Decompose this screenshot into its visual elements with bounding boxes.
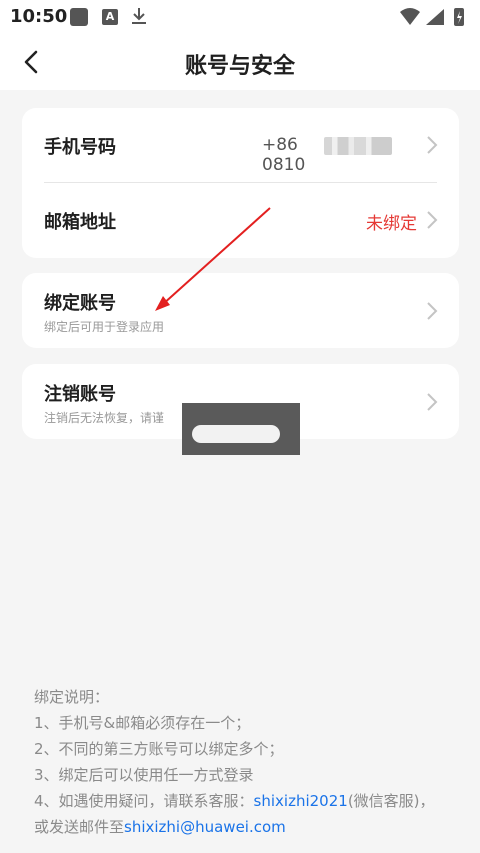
binding-notes: 绑定说明： 1、手机号&邮箱必须存在一个； 2、不同的第三方账号可以绑定多个； … [34,684,454,840]
notes-line: 4、如遇使用疑问，请联系客服：shixizhi2021(微信客服)， [34,788,454,814]
notes-line: 3、绑定后可以使用任一方式登录 [34,766,254,784]
notes-line5-prefix: 或发送邮件至 [34,818,125,836]
notes-line: 或发送邮件至shixizhi@huawei.com [34,814,454,840]
notes-line: 1、手机号&邮箱必须存在一个； [34,714,251,732]
notes-line4-suffix: (微信客服)， [347,792,435,810]
notes-line: 2、不同的第三方账号可以绑定多个； [34,740,284,758]
email-link[interactable]: shixizhi@huawei.com [124,818,286,836]
wechat-service-link[interactable]: shixizhi2021 [254,792,348,810]
notes-title: 绑定说明： [34,688,110,706]
notes-line4-prefix: 4、如遇使用疑问，请联系客服： [34,792,254,810]
